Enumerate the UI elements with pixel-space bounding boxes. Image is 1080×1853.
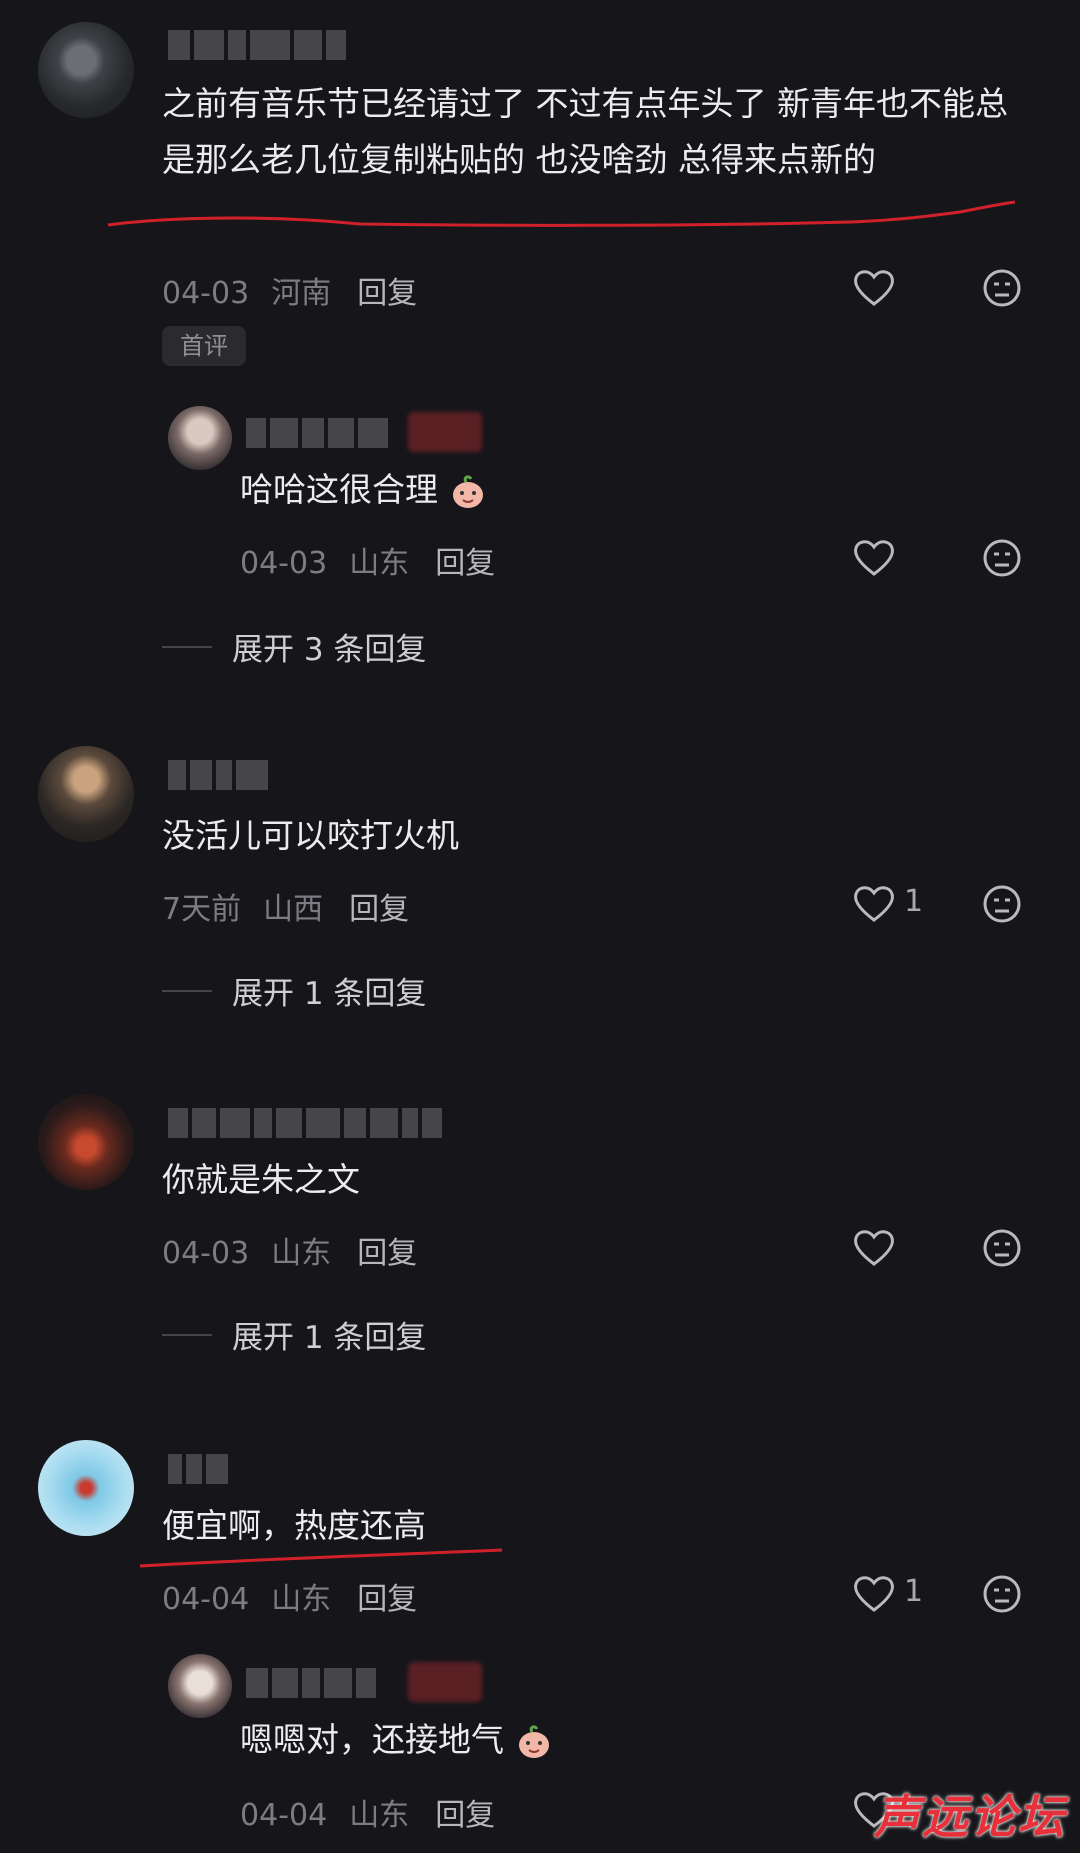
red-underline-annotation [139,1548,503,1568]
reply-date: 04-03 [240,546,328,581]
reply-reply-button[interactable]: 回复 [435,546,495,581]
reply-user-tag-blurred [408,412,482,452]
comment-meta: 7天前 山西 回复 [162,884,409,928]
username-blurred[interactable] [168,1108,442,1138]
dislike-face-icon[interactable] [982,884,1022,924]
dislike-face-icon[interactable] [982,1574,1022,1614]
dislike-face-icon[interactable] [982,1228,1022,1268]
comment-location: 山东 [271,1236,332,1271]
like-count: 1 [904,884,924,919]
heart-icon[interactable] [852,884,896,924]
comment-location: 河南 [271,276,332,311]
username-blurred[interactable] [168,30,346,60]
dislike-face-icon[interactable] [982,268,1022,308]
divider-line [162,1333,212,1336]
red-underline-annotation [107,200,1016,227]
reply-date: 04-04 [240,1798,328,1833]
expand-label: 展开 1 条回复 [232,976,427,1012]
first-comment-badge: 首评 [162,326,246,366]
reply-reply-button[interactable]: 回复 [435,1798,495,1833]
reply-username-blurred[interactable] [246,1668,376,1698]
peach-emoji-icon [452,474,483,508]
reply-button[interactable]: 回复 [357,276,417,311]
heart-icon[interactable] [852,1574,896,1614]
comment-location: 山西 [263,892,324,927]
peach-emoji-icon [518,1724,549,1758]
expand-label: 展开 1 条回复 [232,1320,427,1356]
avatar[interactable] [38,1094,134,1190]
reply-button[interactable]: 回复 [357,1236,417,1271]
reply-text: 哈哈这很合理 [240,462,1040,518]
username-blurred[interactable] [168,760,268,790]
reply-avatar[interactable] [168,406,232,470]
avatar[interactable] [38,1440,134,1536]
comment-text: 没活儿可以咬打火机 [162,816,459,855]
watermark-logo: 声远论坛 [874,1790,1066,1844]
comment-meta: 04-03 河南 回复 [162,268,417,312]
like-count: 1 [904,1574,924,1609]
reply-location: 山东 [349,546,410,581]
comment-text: 你就是朱之文 [162,1160,360,1199]
reply-text-content: 嗯嗯对，还接地气 [240,1720,504,1759]
comment-date: 04-03 [162,276,250,311]
heart-icon[interactable] [852,1228,896,1268]
comment-location: 山东 [271,1582,332,1617]
avatar[interactable] [38,22,134,118]
divider-line [162,645,212,648]
reply-button[interactable]: 回复 [357,1582,417,1617]
expand-replies-button[interactable]: 展开 3 条回复 [162,624,426,669]
comment-date: 7天前 [162,892,242,927]
comment-date: 04-03 [162,1236,250,1271]
reply-text-content: 哈哈这很合理 [240,470,438,509]
reply-avatar[interactable] [168,1654,232,1718]
dislike-face-icon[interactable] [982,538,1022,578]
reply-meta: 04-03 山东 回复 [240,538,495,582]
reply-location: 山东 [349,1798,410,1833]
comment-text: 之前有音乐节已经请过了 不过有点年头了 新青年也不能总是那么老几位复制粘贴的 也… [162,84,1008,179]
comment-meta: 04-04 山东 回复 [162,1574,417,1618]
heart-icon[interactable] [852,268,896,308]
reply-button[interactable]: 回复 [349,892,409,927]
divider-line [162,989,212,992]
reply-text: 嗯嗯对，还接地气 [240,1712,1040,1768]
expand-label: 展开 3 条回复 [232,632,427,668]
comment-date: 04-04 [162,1582,250,1617]
reply-user-tag-blurred [408,1662,482,1702]
avatar[interactable] [38,746,134,842]
username-blurred[interactable] [168,1454,228,1484]
expand-replies-button[interactable]: 展开 1 条回复 [162,1312,426,1357]
expand-replies-button[interactable]: 展开 1 条回复 [162,968,426,1013]
heart-icon[interactable] [852,538,896,578]
reply-username-blurred[interactable] [246,418,388,448]
comment-meta: 04-03 山东 回复 [162,1228,417,1272]
reply-meta: 04-04 山东 回复 [240,1790,495,1834]
